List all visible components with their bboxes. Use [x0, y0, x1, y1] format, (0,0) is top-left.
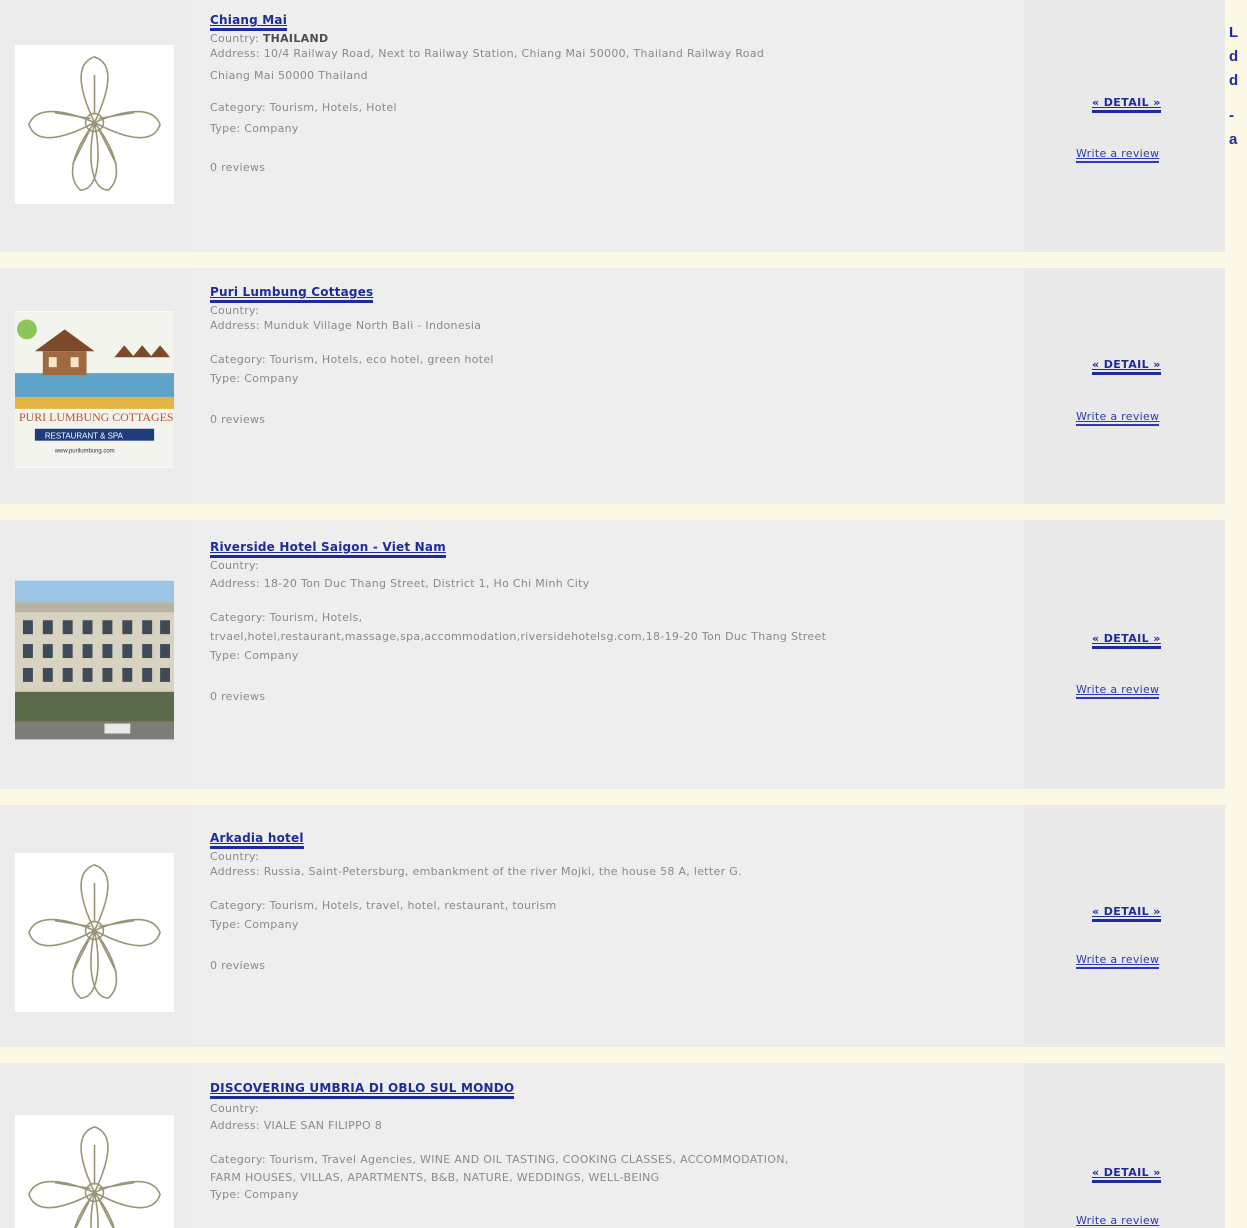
listing-image-cell: PURI LUMBUNG COTTAGES RESTAURANT & SPA w…	[0, 268, 192, 504]
listing-reviews-count: 0 reviews	[210, 161, 266, 174]
listing-name-link[interactable]: Chiang Mai	[210, 13, 288, 31]
listing-country: Country: THAILAND	[210, 32, 329, 45]
listing-name-link[interactable]: DISCOVERING UMBRIA DI OBLO SUL MONDO	[210, 1081, 515, 1099]
listing-info: Arkadia hotel Country: Address: Russia, …	[192, 805, 1024, 1047]
listing-country: Country:	[210, 559, 260, 572]
svg-text:RESTAURANT & SPA: RESTAURANT & SPA	[45, 432, 124, 441]
listing-actions: « DETAIL » Write a review	[1024, 520, 1225, 789]
listing-address: Address: 10/4 Railway Road, Next to Rail…	[210, 47, 765, 60]
svg-text:PURI LUMBUNG COTTAGES: PURI LUMBUNG COTTAGES	[19, 410, 174, 424]
listing-item: DISCOVERING UMBRIA DI OBLO SUL MONDO Cou…	[0, 1063, 1225, 1228]
side-panel-line: a	[1229, 131, 1238, 148]
listing-actions: « DETAIL » Write a review	[1024, 1063, 1225, 1228]
listing-info: Puri Lumbung Cottages Country: Address: …	[192, 268, 1024, 504]
listing-item: PURI LUMBUNG COTTAGES RESTAURANT & SPA w…	[0, 268, 1225, 520]
listing-info: Riverside Hotel Saigon - Viet Nam Countr…	[192, 520, 1024, 789]
listing-address: Address: Munduk Village North Bali - Ind…	[210, 319, 482, 332]
listing-address: Address: VIALE SAN FILIPPO 8	[210, 1119, 383, 1132]
listing-category-tags: trvael,hotel,restaurant,massage,spa,acco…	[210, 630, 827, 643]
listing-category: Category: Tourism, Hotels, travel, hotel…	[210, 899, 557, 912]
write-review-link[interactable]: Write a review	[1076, 410, 1160, 426]
listing-image-cell	[0, 520, 192, 789]
listing-name-link[interactable]: Puri Lumbung Cottages	[210, 285, 374, 303]
listing-category: Category: Tourism, Hotels, Hotel	[210, 101, 397, 114]
detail-button[interactable]: « DETAIL »	[1092, 632, 1161, 649]
listing-reviews-count: 0 reviews	[210, 690, 266, 703]
listing-info: DISCOVERING UMBRIA DI OBLO SUL MONDO Cou…	[192, 1063, 1024, 1228]
write-review-link[interactable]: Write a review	[1076, 147, 1160, 163]
listing-country: Country:	[210, 304, 260, 317]
listing-category: Category: Tourism, Hotels, eco hotel, gr…	[210, 353, 494, 366]
listing-reviews-count: 0 reviews	[210, 413, 266, 426]
detail-button[interactable]: « DETAIL »	[1092, 96, 1161, 113]
side-panel-line: d	[1229, 48, 1239, 65]
listing-address-line2: Chiang Mai 50000 Thailand	[210, 69, 368, 82]
detail-button[interactable]: « DETAIL »	[1092, 905, 1161, 922]
listing-actions: « DETAIL » Write a review	[1024, 268, 1225, 504]
cottage-logo-icon[interactable]: PURI LUMBUNG COTTAGES RESTAURANT & SPA w…	[15, 311, 174, 468]
listing-item: Riverside Hotel Saigon - Viet Nam Countr…	[0, 520, 1225, 805]
listing-name-link[interactable]: Riverside Hotel Saigon - Viet Nam	[210, 540, 446, 558]
listing-type: Type: Company	[210, 649, 299, 662]
listing-type: Type: Company	[210, 372, 299, 385]
side-panel-line: L	[1229, 24, 1239, 41]
flower-logo-icon[interactable]	[15, 853, 174, 1012]
detail-button[interactable]: « DETAIL »	[1092, 1166, 1161, 1183]
listing-category: Category: Tourism, Hotels,	[210, 611, 363, 624]
listing-item: Chiang Mai Country: THAILAND Address: 10…	[0, 0, 1225, 268]
listing-image-cell	[0, 1063, 192, 1228]
write-review-link[interactable]: Write a review	[1076, 683, 1160, 699]
listing-image-cell	[0, 805, 192, 1047]
side-panel-line: d	[1229, 72, 1239, 89]
side-panel-line: -	[1229, 107, 1234, 124]
listing-type: Type: Company	[210, 1188, 299, 1201]
flower-logo-icon[interactable]	[15, 1115, 174, 1228]
listing-reviews-count: 0 reviews	[210, 959, 266, 972]
listing-item: Arkadia hotel Country: Address: Russia, …	[0, 805, 1225, 1063]
listing-type: Type: Company	[210, 122, 299, 135]
detail-button[interactable]: « DETAIL »	[1092, 358, 1161, 375]
listing-category-tags: FARM HOUSES, VILLAS, APARTMENTS, B&B, NA…	[210, 1171, 660, 1184]
listing-image-cell	[0, 0, 192, 252]
write-review-link[interactable]: Write a review	[1076, 1214, 1159, 1228]
side-panel-text: L d d - a	[1229, 21, 1247, 152]
listing-country: Country:	[210, 1102, 260, 1115]
listing-info: Chiang Mai Country: THAILAND Address: 10…	[192, 0, 1024, 252]
listing-category: Category: Tourism, Travel Agencies, WINE…	[210, 1153, 789, 1166]
listing-country: Country:	[210, 850, 260, 863]
listing-type: Type: Company	[210, 918, 299, 931]
listing-actions: « DETAIL » Write a review	[1024, 805, 1225, 1047]
write-review-link[interactable]: Write a review	[1076, 953, 1160, 969]
listing-actions: « DETAIL » Write a review	[1024, 0, 1225, 252]
listing-name-link[interactable]: Arkadia hotel	[210, 831, 304, 849]
listing-address: Address: 18-20 Ton Duc Thang Street, Dis…	[210, 577, 590, 590]
svg-text:www.purilumbung.com: www.purilumbung.com	[54, 449, 115, 455]
hotel-building-photo[interactable]	[15, 580, 174, 740]
flower-logo-icon[interactable]	[15, 45, 174, 204]
listing-address: Address: Russia, Saint-Petersburg, emban…	[210, 865, 742, 878]
